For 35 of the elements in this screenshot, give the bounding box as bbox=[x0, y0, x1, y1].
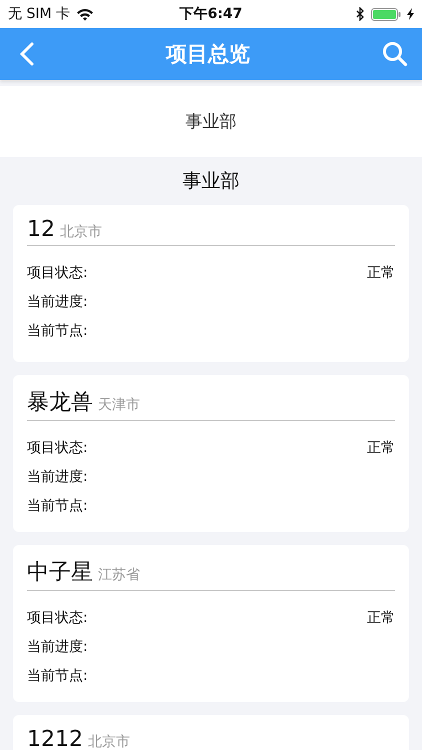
project-name: 暴龙兽 bbox=[27, 389, 93, 417]
department-filter[interactable]: 事业部 bbox=[186, 110, 236, 133]
project-name: 中子星 bbox=[27, 559, 93, 587]
project-name: 1212 bbox=[27, 727, 83, 750]
field-value: 正常 bbox=[367, 264, 395, 282]
battery-icon bbox=[371, 8, 401, 20]
search-icon[interactable] bbox=[382, 41, 408, 67]
back-icon[interactable] bbox=[20, 42, 34, 66]
project-region: 天津市 bbox=[98, 396, 140, 414]
field-label: 项目状态: bbox=[27, 608, 88, 626]
project-name: 12 bbox=[27, 217, 55, 242]
field-label: 当前节点: bbox=[27, 496, 88, 514]
project-region: 北京市 bbox=[88, 733, 130, 750]
field-label: 当前进度: bbox=[27, 292, 88, 310]
field-label: 当前节点: bbox=[27, 666, 88, 684]
field-value: 正常 bbox=[367, 438, 395, 456]
page-title: 项目总览 bbox=[166, 41, 250, 68]
bluetooth-icon bbox=[356, 7, 365, 21]
field-label: 项目状态: bbox=[27, 264, 88, 282]
project-card[interactable]: 中子星 江苏省 项目状态: 正常 当前进度: 当前节点: bbox=[13, 545, 409, 702]
status-time: 下午6:47 bbox=[180, 5, 242, 23]
project-region: 江苏省 bbox=[98, 566, 140, 584]
project-card[interactable]: 1212 北京市 bbox=[13, 715, 409, 750]
field-label: 当前进度: bbox=[27, 468, 88, 486]
field-label: 当前节点: bbox=[27, 322, 88, 340]
project-card[interactable]: 12 北京市 项目状态: 正常 当前进度: 当前节点: bbox=[13, 205, 409, 362]
wifi-icon bbox=[76, 8, 94, 20]
carrier-text: 无 SIM 卡 bbox=[8, 5, 70, 23]
field-label: 项目状态: bbox=[27, 438, 88, 456]
project-card[interactable]: 暴龙兽 天津市 项目状态: 正常 当前进度: 当前节点: bbox=[13, 375, 409, 532]
field-label: 当前进度: bbox=[27, 638, 88, 656]
project-region: 北京市 bbox=[60, 223, 102, 241]
section-title: 事业部 bbox=[182, 169, 240, 194]
field-value: 正常 bbox=[367, 608, 395, 626]
charging-bolt-icon bbox=[407, 8, 414, 20]
